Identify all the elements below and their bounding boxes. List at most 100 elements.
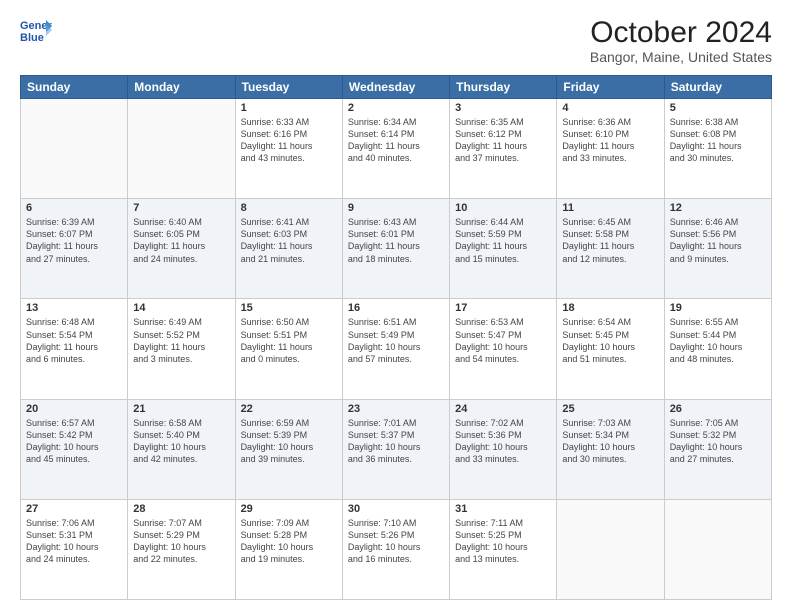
day-number: 13 — [26, 302, 122, 314]
col-friday: Friday — [557, 76, 664, 99]
col-saturday: Saturday — [664, 76, 771, 99]
table-row: 17Sunrise: 6:53 AMSunset: 5:47 PMDayligh… — [450, 299, 557, 399]
table-row: 25Sunrise: 7:03 AMSunset: 5:34 PMDayligh… — [557, 399, 664, 499]
header: General Blue October 2024 Bangor, Maine,… — [20, 16, 772, 65]
table-row — [128, 99, 235, 199]
calendar-week-3: 13 Sunrise: 6:48 AMSunset: 5:54 PMDayligh… — [21, 299, 772, 399]
day-info: Sunrise: 7:05 AMSunset: 5:32 PMDaylight:… — [670, 417, 766, 466]
table-row: 10 Sunrise: 6:44 AMSunset: 5:59 PMDayligh… — [450, 199, 557, 299]
col-sunday: Sunday — [21, 76, 128, 99]
table-row — [557, 499, 664, 599]
day-info: Sunrise: 7:02 AMSunset: 5:36 PMDaylight:… — [455, 417, 551, 466]
day-number: 4 — [562, 102, 658, 114]
calendar-header-row: Sunday Monday Tuesday Wednesday Thursday… — [21, 76, 772, 99]
day-number: 16 — [348, 302, 444, 314]
day-info: Sunrise: 6:39 AMSunset: 6:07 PMDaylight:… — [26, 216, 122, 265]
table-row: 5Sunrise: 6:38 AMSunset: 6:08 PMDaylight… — [664, 99, 771, 199]
day-info: Sunrise: 6:48 AMSunset: 5:54 PMDaylight:… — [26, 316, 122, 365]
day-info: Sunrise: 7:10 AMSunset: 5:26 PMDaylight:… — [348, 517, 444, 566]
day-info: Sunrise: 6:53 AMSunset: 5:47 PMDaylight:… — [455, 316, 551, 365]
day-info: Sunrise: 6:34 AMSunset: 6:14 PMDaylight:… — [348, 116, 444, 165]
day-number: 29 — [241, 503, 337, 515]
day-number: 1 — [241, 102, 337, 114]
day-number: 24 — [455, 403, 551, 415]
day-number: 28 — [133, 503, 229, 515]
day-info: Sunrise: 6:57 AMSunset: 5:42 PMDaylight:… — [26, 417, 122, 466]
table-row: 2 Sunrise: 6:34 AMSunset: 6:14 PMDaylight… — [342, 99, 449, 199]
day-number: 10 — [455, 202, 551, 214]
page: General Blue October 2024 Bangor, Maine,… — [0, 0, 792, 612]
table-row: 26 Sunrise: 7:05 AMSunset: 5:32 PMDayligh… — [664, 399, 771, 499]
table-row: 20 Sunrise: 6:57 AMSunset: 5:42 PMDayligh… — [21, 399, 128, 499]
day-number: 18 — [562, 302, 658, 314]
table-row: 21Sunrise: 6:58 AMSunset: 5:40 PMDayligh… — [128, 399, 235, 499]
day-number: 23 — [348, 403, 444, 415]
day-info: Sunrise: 6:44 AMSunset: 5:59 PMDaylight:… — [455, 216, 551, 265]
day-info: Sunrise: 6:40 AMSunset: 6:05 PMDaylight:… — [133, 216, 229, 265]
day-number: 8 — [241, 202, 337, 214]
calendar-week-2: 6 Sunrise: 6:39 AMSunset: 6:07 PMDaylight… — [21, 199, 772, 299]
table-row: 4 Sunrise: 6:36 AMSunset: 6:10 PMDaylight… — [557, 99, 664, 199]
day-info: Sunrise: 6:59 AMSunset: 5:39 PMDaylight:… — [241, 417, 337, 466]
day-info: Sunrise: 6:41 AMSunset: 6:03 PMDaylight:… — [241, 216, 337, 265]
table-row: 24 Sunrise: 7:02 AMSunset: 5:36 PMDayligh… — [450, 399, 557, 499]
day-info: Sunrise: 7:07 AMSunset: 5:29 PMDaylight:… — [133, 517, 229, 566]
day-info: Sunrise: 6:46 AMSunset: 5:56 PMDaylight:… — [670, 216, 766, 265]
day-info: Sunrise: 6:50 AMSunset: 5:51 PMDaylight:… — [241, 316, 337, 365]
table-row: 9Sunrise: 6:43 AMSunset: 6:01 PMDaylight… — [342, 199, 449, 299]
day-number: 22 — [241, 403, 337, 415]
table-row: 30 Sunrise: 7:10 AMSunset: 5:26 PMDayligh… — [342, 499, 449, 599]
day-number: 26 — [670, 403, 766, 415]
table-row: 13 Sunrise: 6:48 AMSunset: 5:54 PMDayligh… — [21, 299, 128, 399]
day-number: 6 — [26, 202, 122, 214]
day-info: Sunrise: 6:49 AMSunset: 5:52 PMDaylight:… — [133, 316, 229, 365]
day-info: Sunrise: 6:33 AMSunset: 6:16 PMDaylight:… — [241, 116, 337, 165]
calendar-table: Sunday Monday Tuesday Wednesday Thursday… — [20, 75, 772, 600]
day-info: Sunrise: 7:06 AMSunset: 5:31 PMDaylight:… — [26, 517, 122, 566]
day-number: 9 — [348, 202, 444, 214]
table-row — [21, 99, 128, 199]
table-row: 11 Sunrise: 6:45 AMSunset: 5:58 PMDayligh… — [557, 199, 664, 299]
calendar-week-1: 1 Sunrise: 6:33 AMSunset: 6:16 PMDaylight… — [21, 99, 772, 199]
day-number: 27 — [26, 503, 122, 515]
main-title: October 2024 — [590, 16, 772, 49]
subtitle: Bangor, Maine, United States — [590, 49, 772, 65]
table-row: 15Sunrise: 6:50 AMSunset: 5:51 PMDayligh… — [235, 299, 342, 399]
day-number: 19 — [670, 302, 766, 314]
logo: General Blue — [20, 16, 56, 44]
table-row: 6 Sunrise: 6:39 AMSunset: 6:07 PMDaylight… — [21, 199, 128, 299]
day-number: 2 — [348, 102, 444, 114]
table-row: 28 Sunrise: 7:07 AMSunset: 5:29 PMDayligh… — [128, 499, 235, 599]
day-number: 5 — [670, 102, 766, 114]
table-row: 19 Sunrise: 6:55 AMSunset: 5:44 PMDayligh… — [664, 299, 771, 399]
table-row: 8 Sunrise: 6:41 AMSunset: 6:03 PMDaylight… — [235, 199, 342, 299]
table-row: 29 Sunrise: 7:09 AMSunset: 5:28 PMDayligh… — [235, 499, 342, 599]
svg-text:Blue: Blue — [20, 32, 44, 44]
day-info: Sunrise: 6:36 AMSunset: 6:10 PMDaylight:… — [562, 116, 658, 165]
day-info: Sunrise: 6:45 AMSunset: 5:58 PMDaylight:… — [562, 216, 658, 265]
day-number: 7 — [133, 202, 229, 214]
day-number: 12 — [670, 202, 766, 214]
day-number: 20 — [26, 403, 122, 415]
day-info: Sunrise: 6:35 AMSunset: 6:12 PMDaylight:… — [455, 116, 551, 165]
day-info: Sunrise: 6:55 AMSunset: 5:44 PMDaylight:… — [670, 316, 766, 365]
day-number: 11 — [562, 202, 658, 214]
col-monday: Monday — [128, 76, 235, 99]
day-number: 30 — [348, 503, 444, 515]
day-info: Sunrise: 6:54 AMSunset: 5:45 PMDaylight:… — [562, 316, 658, 365]
table-row: 31Sunrise: 7:11 AMSunset: 5:25 PMDayligh… — [450, 499, 557, 599]
table-row: 3 Sunrise: 6:35 AMSunset: 6:12 PMDaylight… — [450, 99, 557, 199]
calendar-week-5: 27 Sunrise: 7:06 AMSunset: 5:31 PMDayligh… — [21, 499, 772, 599]
col-thursday: Thursday — [450, 76, 557, 99]
table-row: 7 Sunrise: 6:40 AMSunset: 6:05 PMDaylight… — [128, 199, 235, 299]
day-info: Sunrise: 7:01 AMSunset: 5:37 PMDaylight:… — [348, 417, 444, 466]
calendar-week-4: 20 Sunrise: 6:57 AMSunset: 5:42 PMDayligh… — [21, 399, 772, 499]
day-number: 14 — [133, 302, 229, 314]
table-row — [664, 499, 771, 599]
table-row: 1 Sunrise: 6:33 AMSunset: 6:16 PMDaylight… — [235, 99, 342, 199]
col-tuesday: Tuesday — [235, 76, 342, 99]
table-row: 27 Sunrise: 7:06 AMSunset: 5:31 PMDayligh… — [21, 499, 128, 599]
day-info: Sunrise: 7:09 AMSunset: 5:28 PMDaylight:… — [241, 517, 337, 566]
col-wednesday: Wednesday — [342, 76, 449, 99]
day-number: 3 — [455, 102, 551, 114]
